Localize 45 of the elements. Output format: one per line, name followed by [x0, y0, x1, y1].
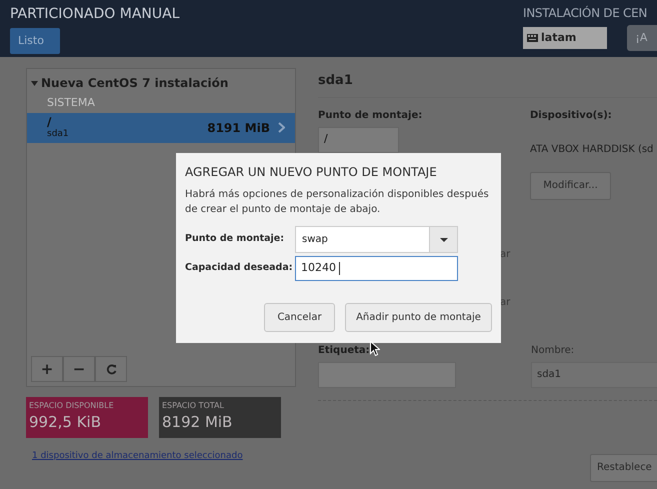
help-button[interactable]: ¡A — [627, 25, 657, 51]
page-title: PARTICIONADO MANUAL — [10, 5, 180, 24]
partition-title: sda1 — [318, 72, 354, 90]
name-field[interactable]: sda1 — [531, 362, 657, 388]
capacity-label: Capacidad deseada: — [185, 261, 294, 276]
mouse-cursor-icon — [370, 341, 380, 356]
device-text: sda1 — [47, 128, 69, 140]
keyboard-layout-text: latam — [541, 30, 576, 46]
modify-button[interactable]: Modificar... — [530, 172, 611, 200]
done-button[interactable]: Listo — [10, 28, 60, 54]
partition-size: 8191 MiB — [207, 120, 270, 136]
keyboard-layout-field[interactable]: latam — [523, 27, 608, 49]
devices-label: Dispositivo(s): — [530, 108, 613, 122]
mount-point-label: Punto de montaje: — [318, 108, 424, 122]
dialog-description: Habrá más opciones de personalización disponibles después de crear el punto de montaje de abajo. — [185, 188, 490, 217]
mount-point-label: Punto de montaje: — [185, 232, 286, 246]
expanded-icon — [31, 80, 38, 86]
section-label: SISTEMA — [46, 95, 96, 111]
installation-title: INSTALACIÓN DE CEN — [523, 4, 648, 22]
capacity-field[interactable]: 10240 — [295, 256, 458, 281]
dialog-button[interactable]: Añadir punto de montaje — [345, 303, 492, 332]
chevron-right-icon — [278, 122, 285, 133]
reset-button[interactable]: Restablece — [590, 454, 657, 482]
partition-row[interactable]: / sda1 8191 MiB — [27, 112, 295, 142]
device-name: ATA VBOX HARDDISK (sd — [530, 142, 654, 156]
dialog-button[interactable]: Cancelar — [264, 303, 335, 332]
mount-point-field[interactable]: / — [318, 126, 399, 152]
label-field-label: Etiqueta: — [318, 344, 370, 358]
dropdown-value: swap — [301, 233, 329, 247]
space-label: ESPACIO DISPONIBLE — [29, 401, 115, 411]
keyboard-icon — [527, 34, 538, 42]
mount-point-text: / — [47, 116, 52, 128]
dialog-title: AGREGAR UN NUEVO PUNTO DE MONTAJE — [185, 164, 438, 181]
dropdown-arrow-icon — [440, 238, 448, 242]
space-label: ESPACIO TOTAL — [162, 401, 225, 411]
toolbar-button[interactable]: − — [63, 356, 95, 382]
refresh-icon — [106, 364, 116, 374]
name-label: Nombre: — [531, 344, 576, 358]
toolbar-button[interactable]: + — [31, 356, 63, 382]
installation-group-header[interactable]: Nueva CentOS 7 instalación — [27, 69, 295, 92]
space-value: 992,5 KiB — [29, 412, 102, 433]
mount-point-dropdown[interactable]: swap — [295, 226, 458, 253]
storage-devices-link[interactable]: 1 dispositivo de almacenamiento seleccionado — [32, 450, 296, 464]
space-value: 8192 MiB — [162, 412, 234, 433]
refresh-button[interactable] — [95, 356, 127, 382]
